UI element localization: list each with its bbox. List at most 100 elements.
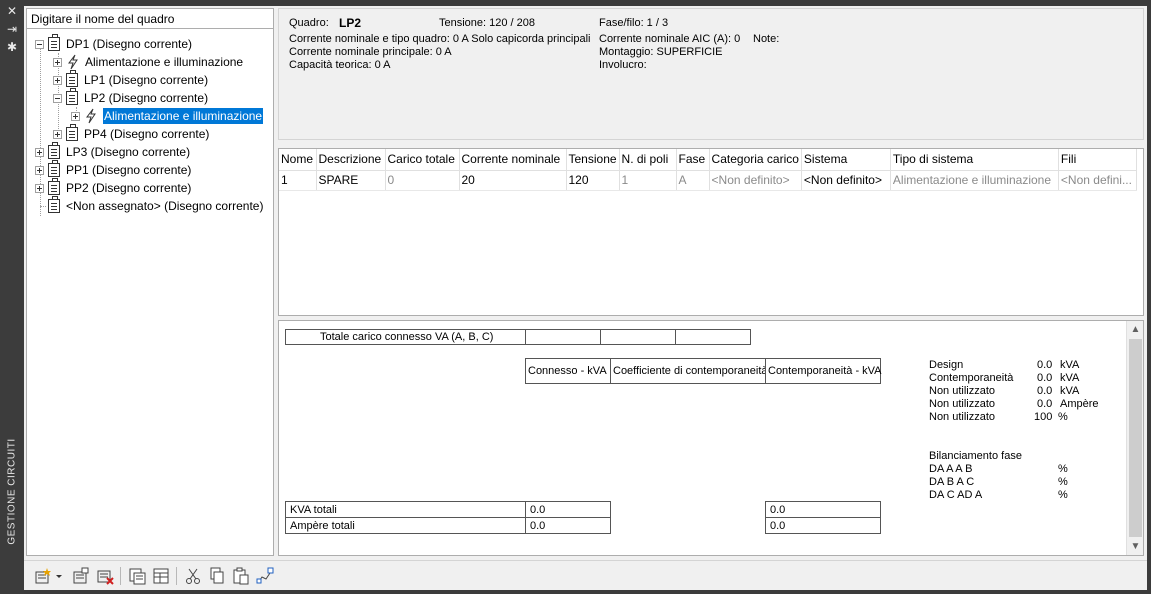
tree-node-label: LP1 (Disegno corrente) <box>84 73 209 87</box>
column-header[interactable]: Sistema <box>801 149 891 171</box>
paste-icon[interactable] <box>232 567 250 585</box>
palette-title-bar: ✕ ⇥ ✱ GESTIONE CIRCUITI <box>0 0 24 594</box>
cell-tensione[interactable]: 120 <box>566 170 620 191</box>
tree-node-lp2[interactable]: LP2 (Disegno corrente) <box>53 88 209 107</box>
toolbar-separator <box>120 567 121 585</box>
panel-icon <box>66 70 78 87</box>
summary-scrollbar[interactable]: ▲ ▼ <box>1126 321 1143 555</box>
panel-tree-pane: Digitare il nome del quadro DP1 (Disegno… <box>26 8 274 556</box>
scroll-down-icon[interactable]: ▼ <box>1127 538 1143 555</box>
tree-node-lp1[interactable]: LP1 (Disegno corrente) <box>53 70 209 89</box>
cell-categoria[interactable]: <Non definito> <box>709 170 802 191</box>
tree-node-label-selected: Alimentazione e illuminazione <box>101 107 265 125</box>
stat-unit: kVA <box>1060 359 1080 371</box>
expand-icon[interactable] <box>35 183 44 193</box>
cut-icon[interactable] <box>184 567 202 585</box>
delete-panel-icon[interactable] <box>96 567 114 585</box>
kva-totali-contemp: 0.0 <box>765 501 881 518</box>
column-header[interactable]: N. di poli <box>619 149 677 171</box>
collapse-icon[interactable] <box>35 39 44 49</box>
tree-node-pp2[interactable]: PP2 (Disegno corrente) <box>35 178 191 197</box>
column-header[interactable]: Carico totale <box>385 149 460 171</box>
panel-info-header: Quadro: LP2 Tensione: 120 / 208 Fase/fil… <box>278 8 1144 140</box>
stat-label: Non utilizzato <box>929 411 996 423</box>
cell-tipo-sistema[interactable]: Alimentazione e illuminazione <box>890 170 1059 191</box>
cell-fase[interactable]: A <box>676 170 710 191</box>
column-header[interactable]: Fili <box>1058 149 1137 171</box>
corrente-tipo: Corrente nominale e tipo quadro: 0 A Sol… <box>289 33 591 45</box>
dropdown-arrow-icon[interactable] <box>54 567 64 585</box>
col-coefficiente: Coefficiente di contemporaneità <box>610 358 768 384</box>
stat-unit: kVA <box>1060 372 1080 384</box>
panel-icon <box>48 142 60 159</box>
expand-icon[interactable] <box>53 129 62 139</box>
panel-icon <box>48 178 60 195</box>
tree-node-lp2-system[interactable]: Alimentazione e illuminazione <box>71 107 265 125</box>
cell-corrente-nominale[interactable]: 20 <box>459 170 567 191</box>
column-header[interactable]: Fase <box>676 149 710 171</box>
expand-icon[interactable] <box>35 147 44 157</box>
wire-icon[interactable] <box>256 567 274 585</box>
column-header[interactable]: Categoria carico <box>709 149 802 171</box>
stat-label: Contemporaneità <box>929 372 1014 384</box>
close-icon[interactable]: ✕ <box>5 4 19 18</box>
expand-icon[interactable] <box>53 75 62 85</box>
panel-icon <box>66 124 78 141</box>
col-connesso: Connesso - kVA <box>525 358 611 384</box>
tree-node-label: PP1 (Disegno corrente) <box>66 163 192 177</box>
table-row[interactable]: 1 SPARE 0 20 120 1 A <Non definito> <Non… <box>279 170 1137 191</box>
cell-descrizione[interactable]: SPARE <box>316 170 386 191</box>
tree-node-pp4[interactable]: PP4 (Disegno corrente) <box>53 124 209 143</box>
column-header[interactable]: Descrizione <box>316 149 386 171</box>
totale-carico-b <box>600 329 676 345</box>
panel-icon <box>66 88 78 105</box>
panel-icon <box>48 34 60 51</box>
corrente-principale: Corrente nominale principale: 0 A <box>289 46 452 58</box>
cell-carico-totale[interactable]: 0 <box>385 170 460 191</box>
tree-node-dp1[interactable]: DP1 (Disegno corrente) <box>35 34 192 53</box>
tree-node-lp3[interactable]: LP3 (Disegno corrente) <box>35 142 190 161</box>
column-header[interactable]: Nome <box>279 149 317 171</box>
lightning-bolt-icon <box>86 108 96 124</box>
copy-icon[interactable] <box>208 567 226 585</box>
bilanciamento-unit: % <box>1058 489 1068 501</box>
ampere-totali-connesso: 0.0 <box>525 517 611 534</box>
cell-poli[interactable]: 1 <box>619 170 677 191</box>
stat-value: 0.0 <box>1037 398 1053 410</box>
stat-label: Non utilizzato <box>929 398 996 410</box>
tree-node-dp1-system[interactable]: Alimentazione e illuminazione <box>53 53 243 71</box>
bilanciamento-title: Bilanciamento fase <box>929 450 1022 462</box>
ampere-totali-label: Ampère totali <box>285 517 526 534</box>
schedule-icon[interactable] <box>152 567 170 585</box>
panel-search-input[interactable]: Digitare il nome del quadro <box>27 9 273 29</box>
load-summary: Totale carico connesso VA (A, B, C) Conn… <box>278 320 1144 556</box>
expand-icon[interactable] <box>35 165 44 175</box>
collapse-icon[interactable] <box>53 93 62 103</box>
copy-schedule-icon[interactable] <box>128 567 146 585</box>
panel-properties-icon[interactable] <box>72 567 90 585</box>
cell-nome[interactable]: 1 <box>279 170 317 191</box>
new-panel-icon[interactable] <box>34 567 52 585</box>
column-header[interactable]: Tensione <box>566 149 620 171</box>
lightning-bolt-icon <box>68 54 78 70</box>
scroll-thumb[interactable] <box>1129 339 1142 537</box>
corrente-aic: Corrente nominale AIC (A): 0 <box>599 33 741 45</box>
autohide-icon[interactable]: ⇥ <box>5 22 19 36</box>
stat-value: 100 <box>1034 411 1053 423</box>
expand-icon[interactable] <box>71 111 80 121</box>
column-header[interactable]: Corrente nominale <box>459 149 567 171</box>
tree-node-pp1[interactable]: PP1 (Disegno corrente) <box>35 160 192 179</box>
ampere-totali-contemp: 0.0 <box>765 517 881 534</box>
properties-gear-icon[interactable]: ✱ <box>5 40 19 54</box>
kva-totali-label: KVA totali <box>285 501 526 518</box>
cell-fili[interactable]: <Non defini... <box>1058 170 1137 191</box>
tree-node-label: LP2 (Disegno corrente) <box>84 91 209 105</box>
column-header[interactable]: Tipo di sistema <box>890 149 1059 171</box>
cell-sistema[interactable]: <Non definito> <box>801 170 891 191</box>
involucro: Involucro: <box>599 59 647 71</box>
tree-node-unassigned[interactable]: <Non assegnato> (Disegno corrente) <box>35 196 263 215</box>
montaggio: Montaggio: SUPERFICIE <box>599 46 723 58</box>
expand-icon[interactable] <box>53 57 62 67</box>
scroll-up-icon[interactable]: ▲ <box>1127 321 1143 338</box>
toolbar-separator <box>176 567 177 585</box>
